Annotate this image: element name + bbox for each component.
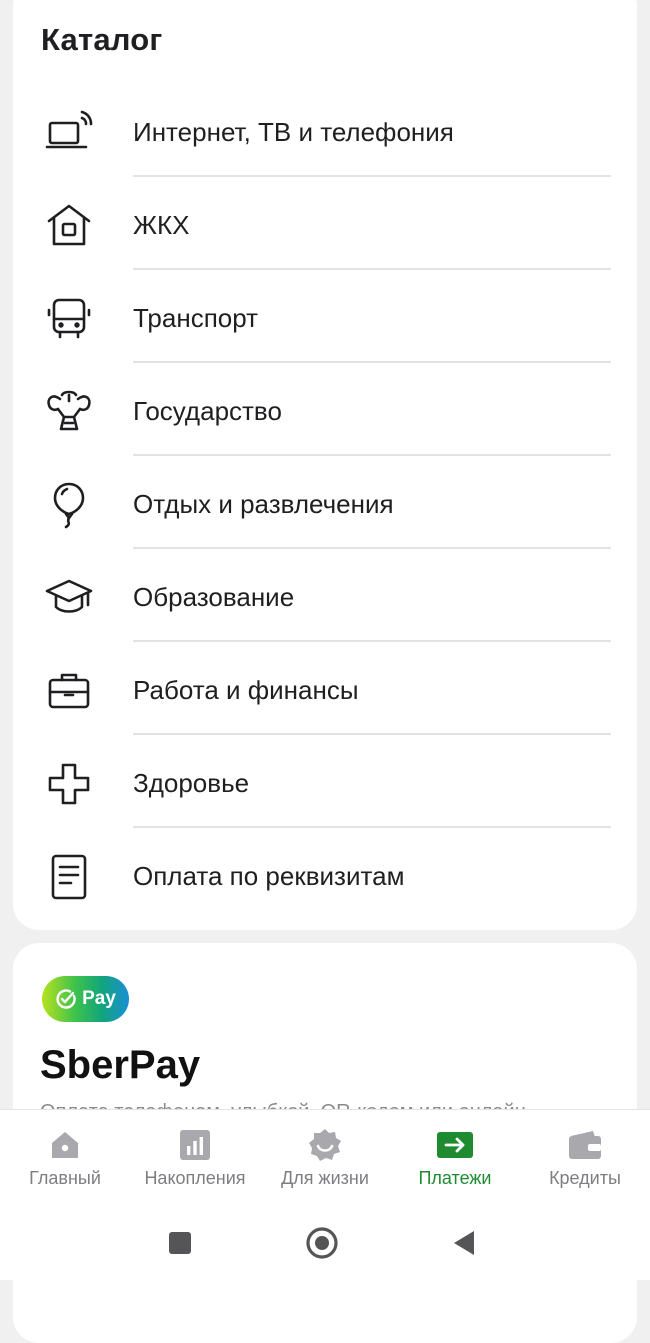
bus-icon	[44, 294, 94, 344]
catalog-item-housing[interactable]: ЖКХ	[13, 177, 637, 270]
catalog-item-leisure[interactable]: Отдых и развлечения	[13, 456, 637, 549]
smile-badge-icon	[305, 1128, 345, 1162]
wallet-icon	[565, 1128, 605, 1162]
laptop-icon	[44, 108, 94, 158]
catalog-item-label: Оплата по реквизитам	[133, 861, 405, 891]
catalog-item-requisites[interactable]: Оплата по реквизитам	[13, 828, 637, 921]
house-icon	[44, 201, 94, 251]
briefcase-icon	[44, 666, 94, 716]
catalog-item-label: Отдых и развлечения	[133, 489, 394, 519]
recents-square-icon[interactable]	[163, 1226, 197, 1260]
back-triangle-icon[interactable]	[447, 1226, 481, 1260]
catalog-item-label: Государство	[133, 396, 282, 426]
home-circle-icon[interactable]	[305, 1226, 339, 1260]
nav-item-payments[interactable]: Платежи	[390, 1110, 520, 1205]
catalog-item-label: Интернет, ТВ и телефония	[133, 117, 454, 147]
nav-item-savings[interactable]: Накопления	[130, 1110, 260, 1205]
catalog-item-label: Здоровье	[133, 768, 250, 798]
catalog-item-work-finance[interactable]: Работа и финансы	[13, 642, 637, 735]
catalog-item-label: Работа и финансы	[133, 675, 359, 705]
catalog-item-transport[interactable]: Транспорт	[13, 270, 637, 363]
nav-item-for-life[interactable]: Для жизни	[260, 1110, 390, 1205]
bottom-nav: Главный Накопления Для жизни Платежи Кре…	[0, 1109, 650, 1205]
catalog-item-label: Образование	[133, 582, 295, 612]
payments-arrow-icon	[435, 1128, 475, 1162]
chart-icon	[175, 1128, 215, 1162]
balloon-icon	[44, 480, 94, 530]
catalog-item-education[interactable]: Образование	[13, 549, 637, 642]
catalog-item-health[interactable]: Здоровье	[13, 735, 637, 828]
catalog-item-label: Транспорт	[133, 303, 259, 333]
graduation-cap-icon	[44, 573, 94, 623]
catalog-title: Каталог	[41, 22, 163, 57]
home-icon	[45, 1128, 85, 1162]
catalog-item-state[interactable]: Государство	[13, 363, 637, 456]
health-cross-icon	[44, 759, 94, 809]
document-icon	[44, 852, 94, 902]
sberpay-title: SberPay	[40, 1043, 201, 1087]
nav-label: Накопления	[144, 1168, 246, 1188]
catalog-card: Каталог Интернет, ТВ и телефония ЖКХ Тра…	[13, 0, 637, 930]
state-emblem-icon	[44, 387, 94, 437]
nav-item-credits[interactable]: Кредиты	[520, 1110, 650, 1205]
catalog-item-label: ЖКХ	[133, 210, 190, 240]
nav-label: Для жизни	[281, 1168, 369, 1188]
nav-label: Кредиты	[549, 1168, 621, 1188]
catalog-item-internet[interactable]: Интернет, ТВ и телефония	[13, 84, 637, 177]
nav-label: Главный	[29, 1168, 101, 1188]
system-nav-bar	[0, 1204, 650, 1280]
sberpay-badge: Pay	[42, 976, 129, 1022]
nav-label: Платежи	[418, 1168, 492, 1188]
nav-item-home[interactable]: Главный	[0, 1110, 130, 1205]
pay-badge-text: Pay	[82, 988, 116, 1009]
check-circle-icon	[55, 988, 77, 1010]
